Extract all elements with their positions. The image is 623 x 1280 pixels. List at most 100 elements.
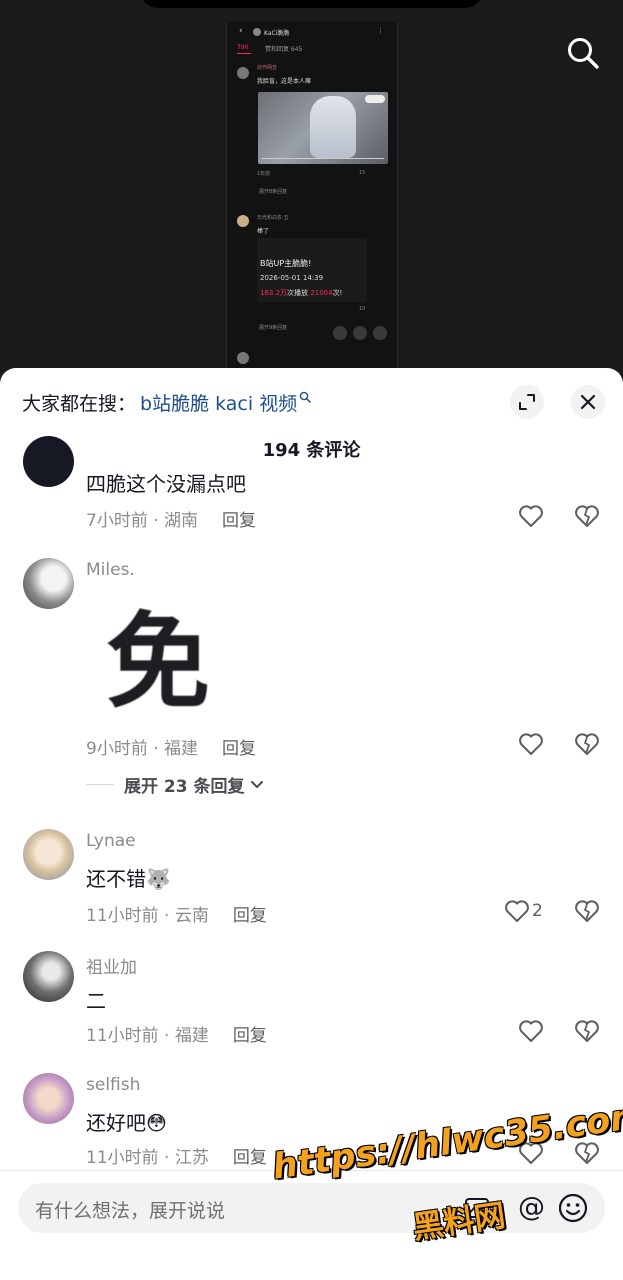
- inner-action-icons: [333, 326, 393, 340]
- comment-item: selfish 还好吧😳 11小时前 · 江苏 回复: [0, 1073, 623, 1173]
- phone-notch: [140, 0, 483, 8]
- video-player-area[interactable]: ‹ KaCi脆脆 ⋮ 790 赞和回复 645 幼作网音 我脸盲，这是本人嘛 1…: [0, 0, 623, 400]
- sticker-image[interactable]: 免: [100, 604, 226, 724]
- comment-time-location: 11小时前 · 云南: [86, 906, 209, 926]
- comment-meta: 11小时前 · 江苏 回复: [86, 1143, 267, 1168]
- inner-thumb-tag: [365, 95, 385, 103]
- inner-tab-2: 赞和回复 645: [265, 46, 303, 53]
- comment-sheet: 大家都在搜： b站脆脆 kaci 视频 194 条评论 四脆这个没漏点吧 7小时…: [0, 368, 623, 1280]
- inner-card-stats: 163.2万次播放 21004次!: [260, 288, 342, 298]
- like-icon[interactable]: [504, 899, 530, 923]
- inner-person-image: [310, 96, 356, 158]
- inner-header-title: KaCi脆脆: [264, 30, 290, 37]
- inner-avatar: [253, 28, 261, 36]
- like-icon[interactable]: [518, 1141, 544, 1165]
- dislike-icon[interactable]: [574, 899, 600, 923]
- avatar[interactable]: [23, 829, 74, 880]
- like-icon[interactable]: [518, 1019, 544, 1043]
- inner-card-views: 163.2万: [260, 289, 288, 297]
- reply-button[interactable]: 回复: [233, 906, 267, 926]
- comment-item: 四脆这个没漏点吧 7小时前 · 湖南 回复: [0, 436, 623, 534]
- like-icon[interactable]: [518, 504, 544, 528]
- inner-comment-user: 幼作网音: [257, 65, 278, 71]
- avatar[interactable]: [23, 558, 74, 609]
- inner-comment-avatar-3: [237, 352, 249, 364]
- expand-icon: [519, 394, 535, 410]
- comment-username[interactable]: Miles.: [86, 560, 135, 580]
- close-icon: [580, 394, 596, 410]
- comment-meta: 11小时前 · 云南 回复: [86, 901, 267, 926]
- inner-comment-avatar-2: [237, 215, 249, 227]
- like-count: 2: [532, 901, 543, 921]
- inner-card-likes: 21004: [310, 289, 333, 297]
- more-icon: ⋮: [377, 27, 384, 35]
- comment-username[interactable]: 祖业加: [86, 953, 137, 978]
- inner-like-count-2: 10: [359, 306, 366, 312]
- suggestion-query-link[interactable]: b站脆脆 kaci 视频: [140, 389, 297, 416]
- dislike-icon[interactable]: [574, 504, 600, 528]
- search-suggestion[interactable]: 大家都在搜： b站脆脆 kaci 视频: [22, 388, 311, 416]
- chevron-down-icon: [250, 780, 263, 788]
- divider: [86, 784, 114, 785]
- comment-meta: 9小时前 · 福建 回复: [86, 734, 256, 759]
- avatar[interactable]: [23, 1073, 74, 1124]
- search-icon[interactable]: [566, 36, 600, 70]
- reply-button[interactable]: 回复: [233, 1148, 267, 1168]
- comment-time-location: 11小时前 · 江苏: [86, 1148, 209, 1168]
- inner-expand-replies-2: 展开9条回复: [259, 325, 288, 331]
- inner-tab-underline: [237, 53, 251, 54]
- close-button[interactable]: [571, 385, 605, 419]
- comment-input-bar: 有什么想法，展开说说 @: [0, 1170, 623, 1280]
- expand-replies-button[interactable]: 展开 23 条回复: [86, 772, 264, 797]
- comment-text-body: 还不错: [86, 867, 146, 891]
- inner-comment-meta: 1年前: [257, 171, 271, 177]
- inner-comment-text-2: 棒了: [257, 228, 270, 235]
- comment-time-location: 11小时前 · 福建: [86, 1026, 209, 1046]
- dislike-icon[interactable]: [574, 732, 600, 756]
- suggestion-prefix: 大家都在搜：: [22, 392, 137, 415]
- inner-tab-1: 790: [237, 44, 249, 51]
- comment-text-body: 还好吧: [86, 1111, 146, 1135]
- sticker-text: 免: [106, 601, 211, 723]
- wolf-emoji-icon: 🐺: [146, 867, 171, 891]
- inner-card-views-suffix: 次播放: [287, 289, 309, 297]
- back-icon: ‹: [239, 26, 243, 36]
- comment-item: Miles. 9小时前 · 福建 回复: [0, 558, 623, 798]
- inner-comment-text: 我脸盲，这是本人嘛: [257, 78, 312, 85]
- comment-input[interactable]: 有什么想法，展开说说 @: [18, 1183, 605, 1233]
- reply-button[interactable]: 回复: [222, 739, 256, 759]
- inner-video-thumbnail: [258, 92, 388, 164]
- comment-username[interactable]: Lynae: [86, 831, 136, 851]
- comment-time-location: 7小时前 · 湖南: [86, 511, 199, 531]
- inner-screenshot-card: B站UP主脆脆! 2026-05-01 14:39 163.2万次播放 2100…: [257, 238, 367, 302]
- reply-button[interactable]: 回复: [233, 1026, 267, 1046]
- avatar[interactable]: [23, 951, 74, 1002]
- like-icon[interactable]: [518, 732, 544, 756]
- comment-text: 四脆这个没漏点吧: [86, 472, 246, 496]
- comment-meta: 7小时前 · 湖南 回复: [86, 506, 256, 531]
- comment-text: 还好吧😳: [86, 1107, 167, 1136]
- comment-item: 祖业加 二 11小时前 · 福建 回复: [0, 951, 623, 1051]
- flushed-emoji-icon: 😳: [146, 1111, 167, 1135]
- comment-text: 还不错🐺: [86, 863, 171, 892]
- inner-comment-avatar: [237, 67, 249, 79]
- inner-progress-bar: [262, 158, 384, 159]
- video-content-screenshot: ‹ KaCi脆脆 ⋮ 790 赞和回复 645 幼作网音 我脸盲，这是本人嘛 1…: [226, 22, 398, 372]
- comment-username[interactable]: selfish: [86, 1075, 140, 1095]
- comment-time-location: 9小时前 · 福建: [86, 739, 199, 759]
- emoji-icon[interactable]: [557, 1192, 589, 1224]
- reply-button[interactable]: 回复: [222, 511, 256, 531]
- comment-item: Lynae 还不错🐺 11小时前 · 云南 回复 2: [0, 829, 623, 929]
- search-icon: [299, 391, 311, 403]
- comment-meta: 11小时前 · 福建 回复: [86, 1021, 267, 1046]
- image-icon[interactable]: [464, 1196, 490, 1220]
- dislike-icon[interactable]: [574, 1019, 600, 1043]
- avatar[interactable]: [23, 436, 74, 487]
- at-mention-icon[interactable]: @: [518, 1192, 545, 1223]
- expand-replies-label: 展开 23 条回复: [124, 777, 245, 797]
- inner-like-count: 15: [359, 170, 366, 176]
- comment-text: 二: [86, 989, 106, 1013]
- expand-sheet-button[interactable]: [510, 385, 544, 419]
- dislike-icon[interactable]: [574, 1141, 600, 1165]
- input-placeholder: 有什么想法，展开说说: [35, 1200, 226, 1222]
